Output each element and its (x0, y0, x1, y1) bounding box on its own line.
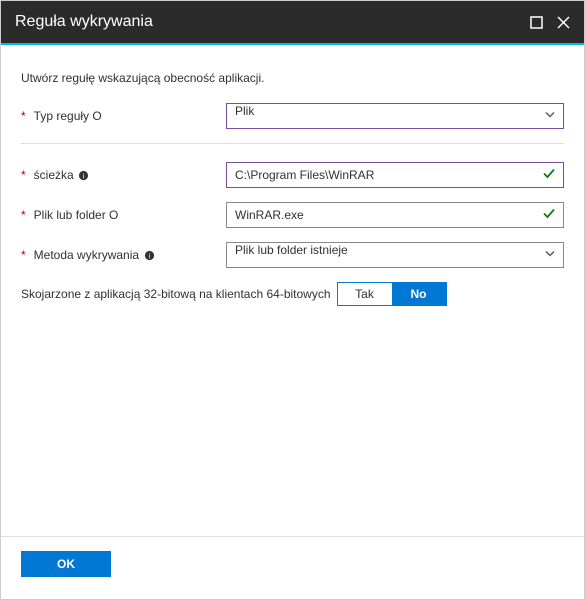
field-file-or-folder (226, 202, 564, 228)
titlebar: Reguła wykrywania (1, 1, 584, 45)
row-path: * ścieżka i (21, 162, 564, 188)
toggle-32bit-assoc: Tak No (337, 282, 447, 306)
info-icon[interactable]: i (78, 169, 90, 181)
window-controls (530, 16, 570, 29)
label-file-or-folder-text: Plik lub folder O (34, 208, 119, 222)
input-path[interactable] (226, 162, 564, 188)
label-detection-method-text: Metoda wykrywania (34, 248, 139, 262)
label-path-text: ścieżka (34, 168, 74, 182)
ok-button[interactable]: OK (21, 551, 111, 577)
row-rule-type: * Typ reguły O Plik (21, 103, 564, 129)
label-file-or-folder: * Plik lub folder O (21, 208, 226, 222)
label-rule-type: * Typ reguły O (21, 109, 226, 123)
dialog-content: Utwórz regułę wskazującą obecność aplika… (1, 45, 584, 536)
row-file-or-folder: * Plik lub folder O (21, 202, 564, 228)
label-detection-method: * Metoda wykrywania i (21, 248, 226, 262)
row-detection-method: * Metoda wykrywania i Plik lub folder is… (21, 242, 564, 268)
required-asterisk: * (21, 248, 26, 262)
field-detection-method: Plik lub folder istnieje (226, 242, 564, 268)
divider (21, 143, 564, 144)
label-rule-type-text: Typ reguły O (34, 109, 102, 123)
maximize-icon[interactable] (530, 16, 543, 29)
required-asterisk: * (21, 208, 26, 222)
dialog-footer: OK (1, 536, 584, 599)
instruction-text: Utwórz regułę wskazującą obecność aplika… (21, 71, 564, 85)
row-32bit-assoc: Skojarzone z aplikacją 32-bitową na klie… (21, 282, 564, 306)
input-file-or-folder[interactable] (226, 202, 564, 228)
toggle-option-no[interactable]: No (392, 283, 446, 305)
field-rule-type: Plik (226, 103, 564, 129)
dialog-title: Reguła wykrywania (15, 13, 530, 31)
label-path: * ścieżka i (21, 168, 226, 182)
select-rule-type[interactable]: Plik (226, 103, 564, 129)
info-icon[interactable]: i (143, 249, 155, 261)
required-asterisk: * (21, 168, 26, 182)
required-asterisk: * (21, 109, 26, 123)
select-detection-method[interactable]: Plik lub folder istnieje (226, 242, 564, 268)
toggle-option-yes[interactable]: Tak (338, 283, 392, 305)
field-path (226, 162, 564, 188)
label-32bit-assoc: Skojarzone z aplikacją 32-bitową na klie… (21, 287, 331, 301)
close-icon[interactable] (557, 16, 570, 29)
